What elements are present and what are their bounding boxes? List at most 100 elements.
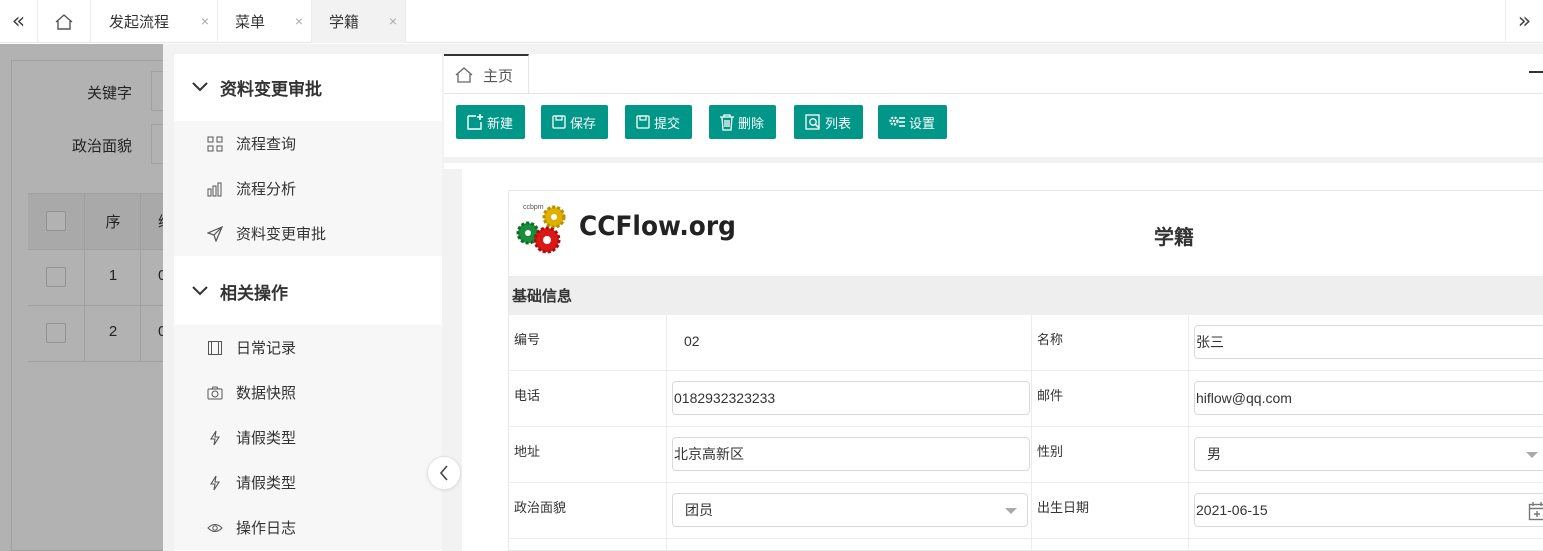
- field-label-birth: 出生日期: [1037, 500, 1090, 515]
- group-header-approval[interactable]: 资料变更审批: [174, 54, 442, 120]
- field-label-address: 地址: [514, 444, 541, 459]
- save-button[interactable]: 保存: [541, 105, 609, 139]
- sidebar-item-data-change-approval[interactable]: 资料变更审批: [174, 211, 442, 256]
- eye-icon: [206, 519, 224, 537]
- scroll-left-icon[interactable]: «: [0, 0, 38, 43]
- sidebar-item-label: 请假类型: [236, 430, 297, 447]
- form-row: 编号 02 名称 张三: [509, 315, 1543, 371]
- sidebar-item-label: 请假类型: [236, 475, 297, 492]
- sidebar-item-label: 操作日志: [236, 520, 297, 537]
- field-label-name: 名称: [1037, 332, 1064, 347]
- form-row: 地址 北京高新区 性别 男: [509, 427, 1543, 483]
- tab-start-flow[interactable]: 发起流程 ×: [92, 0, 218, 43]
- field-value-no: 02: [684, 333, 700, 349]
- home-tab[interactable]: [38, 0, 91, 43]
- sidebar-item-data-snapshot[interactable]: 数据快照: [174, 370, 442, 415]
- collapse-sidebar-button[interactable]: [427, 456, 461, 490]
- grid-divider: [666, 315, 667, 551]
- name-field[interactable]: 张三: [1194, 325, 1543, 359]
- logo-gears-icon: [516, 205, 566, 254]
- tab-label: 发起流程: [109, 14, 170, 31]
- sidebar-item-label: 流程查询: [236, 136, 297, 153]
- sidebar-item-label: 数据快照: [236, 385, 297, 402]
- tab-student-record[interactable]: 学籍 ×: [312, 0, 406, 43]
- lightning-icon: [206, 474, 224, 492]
- form-title: 学籍: [1154, 227, 1194, 249]
- close-icon[interactable]: ×: [389, 13, 397, 29]
- form-scroll-area: ccbpm CCFlow.org 学籍 基础信息 编号 02 名称 张三 电话: [444, 169, 1543, 551]
- logo-small-text: ccbpm: [523, 204, 544, 211]
- lightning-icon: [206, 429, 224, 447]
- main-content: 主页 新建 保存 提交 删除 列表 设置 ccbpm CCFlow.org 学籍…: [444, 54, 1543, 551]
- sidebar-item-flow-analysis[interactable]: 流程分析: [174, 166, 442, 211]
- phone-field[interactable]: 0182932323233: [672, 381, 1030, 415]
- top-tab-bar: « 发起流程 × 菜单 × 学籍 × »: [0, 0, 1543, 43]
- grid-divider: [1031, 315, 1032, 551]
- field-label-political: 政治面貌: [514, 500, 567, 515]
- section-basic-info: 基础信息: [509, 276, 1543, 315]
- minimize-icon[interactable]: [1529, 71, 1543, 73]
- button-label: 新建: [487, 115, 514, 131]
- scroll-right-icon[interactable]: »: [1505, 0, 1543, 43]
- bar-chart-icon: [206, 180, 224, 198]
- calendar-icon[interactable]: [1528, 501, 1543, 521]
- sidebar-item-leave-type-2[interactable]: 请假类型: [174, 460, 442, 505]
- submit-button[interactable]: 提交: [625, 105, 693, 139]
- sidebar-item-label: 日常记录: [236, 340, 297, 357]
- sidebar-item-flow-query[interactable]: 流程查询: [174, 121, 442, 166]
- logo-text: CCFlow.org: [579, 211, 736, 242]
- tab-label: 学籍: [329, 14, 360, 31]
- save-icon: [552, 115, 566, 129]
- address-field-value: 北京高新区: [674, 446, 744, 462]
- tab-label: 菜单: [235, 14, 266, 31]
- sidebar-item-leave-type[interactable]: 请假类型: [174, 415, 442, 460]
- name-field-value: 张三: [1196, 334, 1224, 350]
- gender-select-value: 男: [1207, 446, 1221, 462]
- close-icon[interactable]: ×: [201, 13, 209, 29]
- button-label: 删除: [738, 115, 765, 131]
- chevron-down-icon: [1526, 452, 1538, 458]
- birth-date-value: 2021-06-15: [1196, 502, 1268, 518]
- grid-divider: [1188, 315, 1189, 551]
- add-file-icon: [467, 114, 483, 130]
- delete-button[interactable]: 删除: [709, 105, 777, 139]
- trash-icon: [720, 114, 734, 131]
- political-select-value: 团员: [685, 502, 713, 518]
- tab-menu[interactable]: 菜单 ×: [218, 0, 312, 43]
- form-header: ccbpm CCFlow.org 学籍: [509, 191, 1543, 276]
- list-button[interactable]: 列表: [794, 105, 864, 139]
- sidebar-item-label: 资料变更审批: [236, 226, 327, 243]
- group-title: 相关操作: [220, 283, 288, 303]
- sidebar-item-daily-log[interactable]: 日常记录: [174, 325, 442, 370]
- button-label: 提交: [654, 115, 681, 131]
- form-row: 电话 0182932323233 邮件 hiflow@qq.com: [509, 371, 1543, 427]
- tab-home[interactable]: 主页: [444, 54, 529, 94]
- sidebar-item-operation-log[interactable]: 操作日志: [174, 505, 442, 550]
- chevron-left-icon: [439, 465, 448, 481]
- form-toolbar: 新建 保存 提交 删除 列表 设置: [444, 95, 1543, 163]
- close-icon[interactable]: ×: [295, 13, 303, 29]
- camera-icon: [206, 384, 224, 402]
- phone-field-value: 0182932323233: [674, 390, 776, 406]
- drawer-sidebar: 资料变更审批 流程查询 流程分析 资料变更审批 相关操作 日常记录 数据快照 请…: [174, 54, 442, 551]
- grid-icon: [206, 135, 224, 153]
- search-list-icon: [805, 114, 820, 130]
- field-label-gender: 性别: [1037, 444, 1064, 459]
- button-label: 设置: [909, 115, 936, 131]
- gender-select[interactable]: 男: [1194, 437, 1543, 471]
- address-field[interactable]: 北京高新区: [672, 437, 1030, 471]
- chevron-down-icon: [192, 286, 214, 296]
- group-header-related[interactable]: 相关操作: [174, 258, 442, 324]
- home-icon: [455, 67, 473, 83]
- field-label-no: 编号: [514, 332, 541, 347]
- home-icon: [55, 13, 73, 30]
- main-tab-bar: 主页: [444, 54, 1543, 94]
- political-select[interactable]: 团员: [672, 493, 1028, 527]
- birth-date-field[interactable]: 2021-06-15: [1194, 493, 1543, 527]
- tab-home-label: 主页: [483, 67, 514, 85]
- settings-button[interactable]: 设置: [878, 105, 948, 139]
- email-field[interactable]: hiflow@qq.com: [1194, 381, 1543, 415]
- drawer-panel: 资料变更审批 流程查询 流程分析 资料变更审批 相关操作 日常记录 数据快照 请…: [163, 44, 1543, 551]
- student-record-form: ccbpm CCFlow.org 学籍 基础信息 编号 02 名称 张三 电话: [508, 190, 1543, 551]
- new-button[interactable]: 新建: [456, 105, 526, 139]
